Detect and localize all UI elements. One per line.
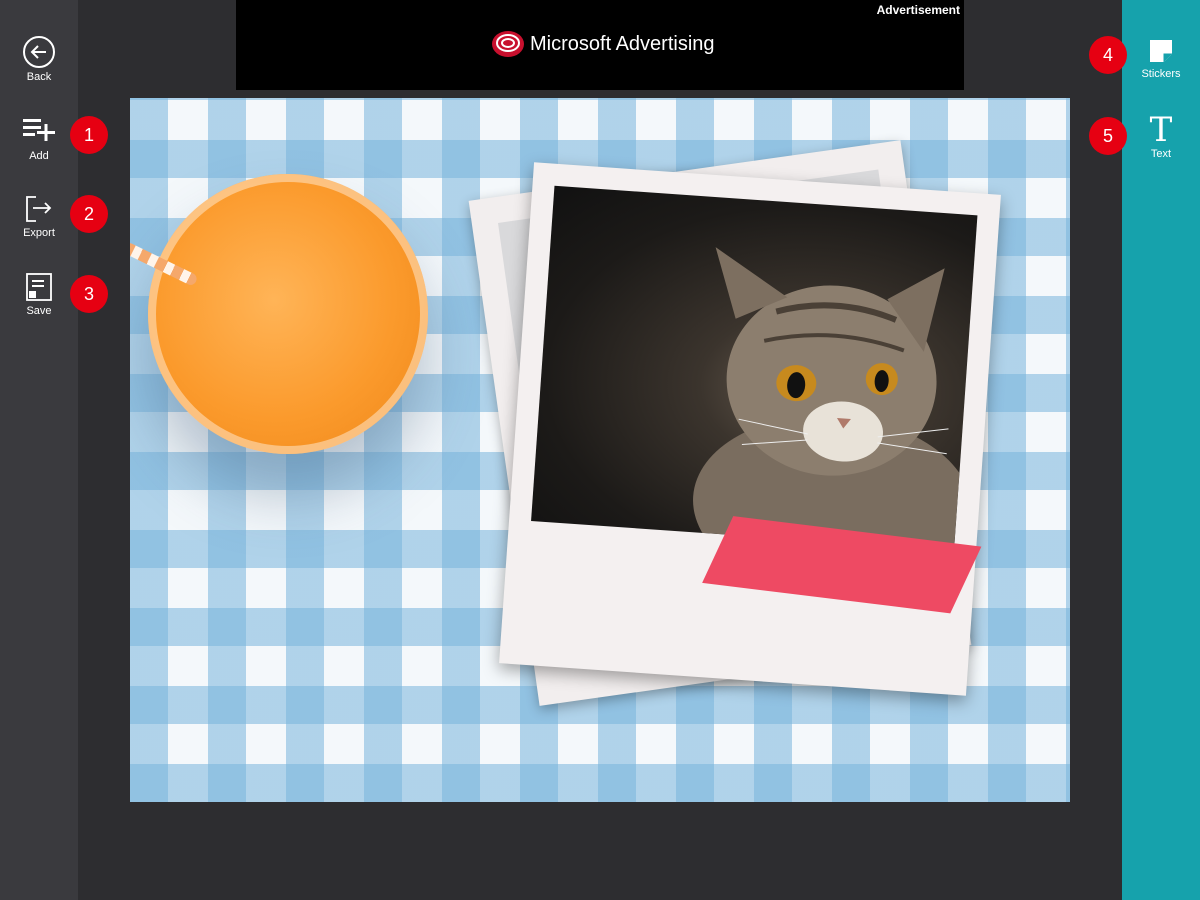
stickers-icon xyxy=(1150,40,1172,62)
save-button[interactable]: Save xyxy=(0,271,78,317)
text-label: Text xyxy=(1150,148,1172,160)
stickers-button[interactable]: Stickers xyxy=(1122,36,1200,80)
text-icon: T xyxy=(1150,112,1173,146)
back-arrow-icon xyxy=(23,36,55,68)
stickers-label: Stickers xyxy=(1141,68,1181,80)
export-button[interactable]: Export xyxy=(0,193,78,239)
polaroid-frame-front[interactable] xyxy=(499,162,1001,696)
export-label: Export xyxy=(23,227,55,239)
kitten-image xyxy=(693,247,973,551)
cat-photo[interactable] xyxy=(531,185,978,551)
callout-badge-5: 5 xyxy=(1089,117,1127,155)
add-icon xyxy=(23,119,55,141)
callout-badge-2: 2 xyxy=(70,195,108,233)
ad-banner[interactable]: Advertisement Microsoft Advertising xyxy=(236,0,964,90)
text-button[interactable]: T Text xyxy=(1122,112,1200,160)
ad-brand-text: Microsoft Advertising xyxy=(530,32,715,55)
back-button[interactable]: Back xyxy=(0,35,78,83)
save-label: Save xyxy=(26,305,52,317)
svg-text:T: T xyxy=(1150,112,1173,146)
orange-juice-image[interactable] xyxy=(148,174,428,454)
microsoft-advertising-logo-icon xyxy=(492,31,524,57)
export-icon xyxy=(26,196,52,222)
right-toolbar: Stickers T Text xyxy=(1122,0,1200,900)
add-label: Add xyxy=(29,150,49,162)
ad-logo: Microsoft Advertising xyxy=(490,28,715,60)
callout-badge-4: 4 xyxy=(1089,36,1127,74)
left-toolbar: Back Add Export Save xyxy=(0,0,78,900)
save-icon xyxy=(26,273,52,301)
callout-badge-1: 1 xyxy=(70,116,108,154)
callout-badge-3: 3 xyxy=(70,275,108,313)
add-button[interactable]: Add xyxy=(0,114,78,162)
ad-label: Advertisement xyxy=(876,3,960,17)
back-label: Back xyxy=(26,71,52,83)
collage-canvas[interactable] xyxy=(130,98,1070,802)
